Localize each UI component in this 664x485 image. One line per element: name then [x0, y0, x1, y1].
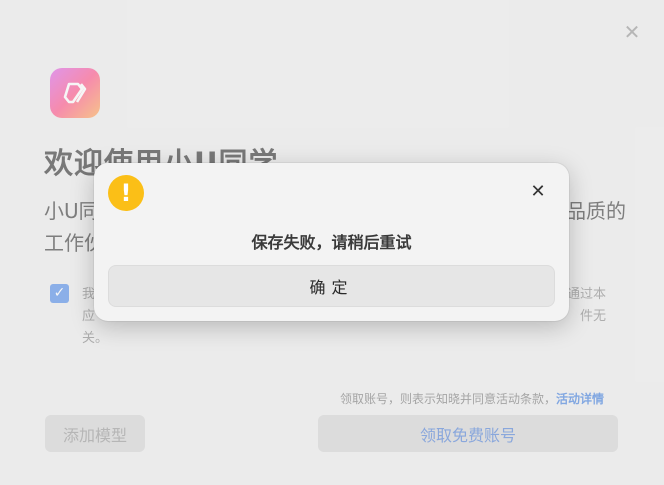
dialog-message: 保存失败，请稍后重试 [251, 233, 412, 252]
warning-icon: ! [108, 175, 144, 211]
error-dialog: ! ✕ 保存失败，请稍后重试 确定 [94, 163, 569, 321]
dialog-close-icon[interactable]: ✕ [529, 183, 547, 201]
confirm-button[interactable]: 确定 [108, 265, 555, 307]
